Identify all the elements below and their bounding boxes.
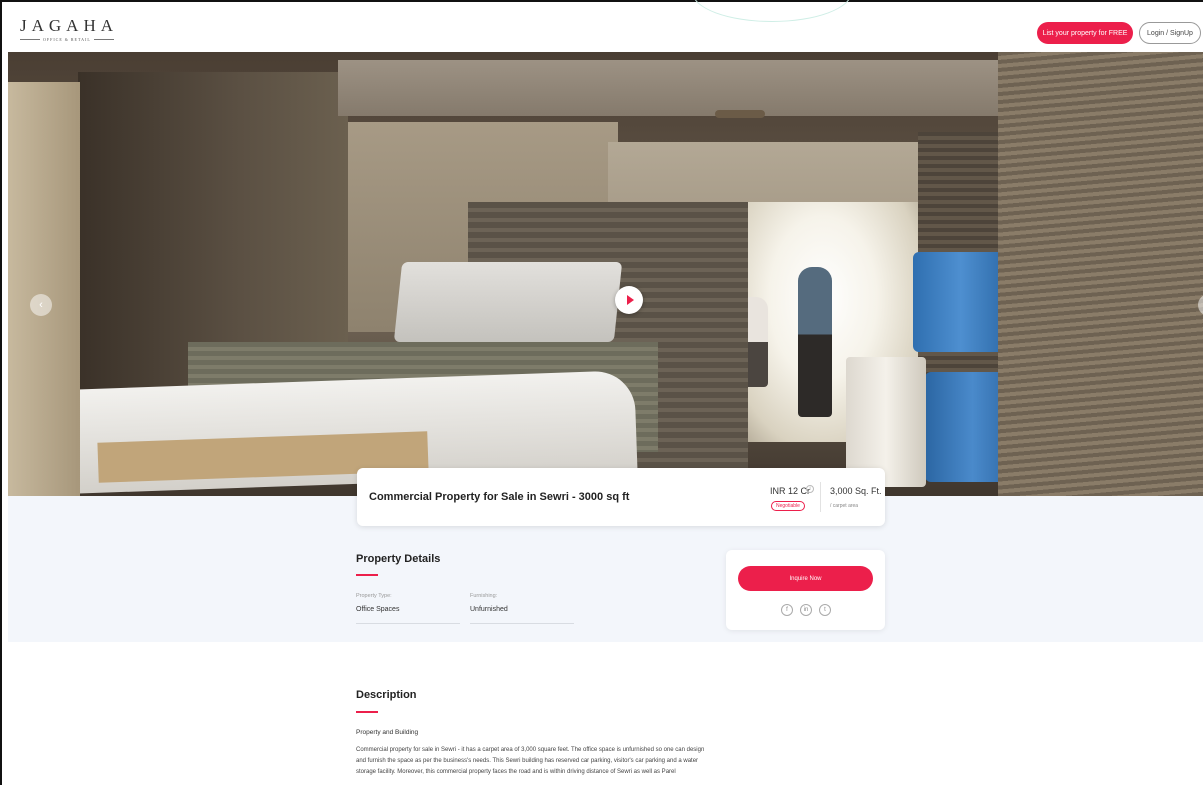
property-type-label: Property Type: <box>356 593 392 599</box>
listing-summary-card: Commercial Property for Sale in Sewri - … <box>357 468 885 526</box>
listing-title: Commercial Property for Sale in Sewri - … <box>369 491 630 503</box>
site-header: JAGAHA OFFICE & RETAIL List your propert… <box>2 0 1203 52</box>
list-property-button[interactable]: List your property for FREE <box>1037 22 1133 44</box>
ceiling-fan <box>715 110 765 118</box>
heading-underline <box>356 711 378 713</box>
inquire-now-button[interactable]: Inquire Now <box>738 566 873 591</box>
play-video-button[interactable] <box>615 286 643 314</box>
carpet-area-value: 3,000 Sq. Ft. <box>830 486 882 496</box>
description-heading: Description <box>356 689 417 701</box>
decorative-curve <box>692 0 852 22</box>
white-sack <box>393 262 623 342</box>
card-divider <box>820 482 821 512</box>
facebook-icon[interactable]: f <box>781 604 793 616</box>
inquiry-card: Inquire Now f in t <box>726 550 885 630</box>
logo-text: JAGAHA <box>20 16 118 35</box>
chevron-left-icon[interactable]: ‹ <box>30 294 52 316</box>
person-figure <box>798 267 832 417</box>
wall-pillar <box>8 82 80 496</box>
description-subheading: Property and Building <box>356 729 419 736</box>
logo-divider <box>93 39 114 40</box>
play-icon <box>626 295 634 305</box>
carpet-area-unit: / carpet area <box>830 503 859 509</box>
logo-tagline: OFFICE & RETAIL <box>43 37 91 42</box>
negotiable-badge: Negotiable <box>771 501 805 511</box>
cardboard-stack <box>998 52 1203 496</box>
hero-property-photo: ‹ › <box>8 52 1203 496</box>
blue-drum <box>913 252 1008 352</box>
linkedin-icon[interactable]: in <box>800 604 812 616</box>
listing-price: INR 12 Cr <box>770 486 811 496</box>
info-icon[interactable]: i <box>806 485 814 493</box>
logo-tagline-row: OFFICE & RETAIL <box>20 37 118 42</box>
property-type-value: Office Spaces <box>356 606 400 613</box>
furnishing-value: Unfurnished <box>470 606 508 613</box>
property-details-heading: Property Details <box>356 553 441 565</box>
heading-underline <box>356 574 378 576</box>
description-body: Commercial property for sale in Sewri - … <box>356 747 705 775</box>
furnishing-field: Furnishing: Unfurnished <box>470 593 574 624</box>
twitter-icon[interactable]: t <box>819 604 831 616</box>
logo-divider <box>20 39 40 40</box>
login-signup-button[interactable]: Login / SignUp <box>1139 22 1201 44</box>
site-logo[interactable]: JAGAHA OFFICE & RETAIL <box>20 16 118 42</box>
furnishing-label: Furnishing: <box>470 593 498 599</box>
property-type-field: Property Type: Office Spaces <box>356 593 460 624</box>
